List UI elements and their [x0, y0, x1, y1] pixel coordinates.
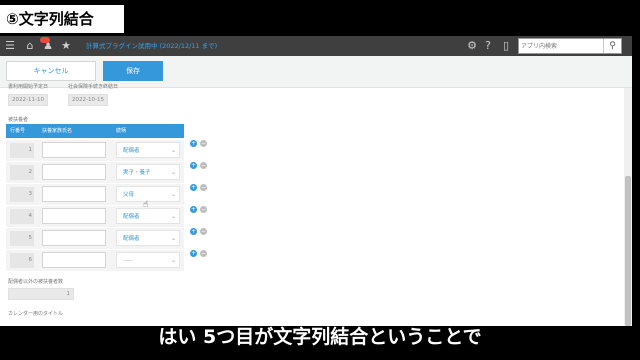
title-badge: ⑤文字列結合	[0, 5, 124, 33]
end-date-label: 社会保険手続き終結日	[68, 84, 119, 90]
plugin-trial-title[interactable]: 計算式プラグイン試用中 (2022/12/11 まで)	[86, 36, 217, 56]
add-row-icon[interactable]: +	[190, 184, 197, 191]
row-number: 4	[10, 209, 34, 224]
mouse-cursor-icon: ☝	[143, 200, 149, 210]
relation-value: 配偶者	[123, 236, 140, 242]
dependent-name-input[interactable]	[42, 186, 106, 202]
search-box: ⚲	[518, 38, 622, 54]
non-spouse-count-field[interactable]: 1	[8, 288, 74, 300]
search-icon[interactable]: ⚲	[603, 39, 621, 53]
row-number: 2	[10, 165, 34, 180]
row-number: 5	[10, 231, 34, 246]
remove-row-icon[interactable]: −	[200, 184, 207, 191]
top-bar: ☰ ⌂ ♟ ★ 計算式プラグイン試用中 (2022/12/11 まで) ⚙ ? …	[0, 36, 632, 56]
scrollbar-thumb[interactable]	[625, 176, 631, 326]
dependents-section-label: 被扶養者	[8, 117, 29, 123]
mobile-icon[interactable]: ▯	[498, 36, 514, 56]
chevron-down-icon: ⌄	[170, 169, 176, 176]
chevron-down-icon: ⌄	[170, 147, 176, 154]
table-row: 2 実子・養子 ⌄	[6, 162, 184, 183]
row-number: 1	[10, 143, 34, 158]
table-header: 行番号 扶養家族氏名 続柄	[6, 124, 184, 138]
add-row-icon[interactable]: +	[190, 162, 197, 169]
relation-value: 父母	[123, 192, 135, 198]
dependent-name-input[interactable]	[42, 252, 106, 268]
end-date-field[interactable]: 2022-10-15	[68, 94, 108, 106]
relation-select[interactable]: 配偶者 ⌄	[116, 208, 180, 224]
table-row: 6 ----- ⌄	[6, 250, 184, 271]
save-button[interactable]: 保存	[103, 61, 163, 81]
favorite-star-icon[interactable]: ★	[58, 36, 74, 56]
home-icon[interactable]: ⌂	[22, 36, 38, 56]
video-frame: ⑤文字列結合 ☰ ⌂ ♟ ★ 計算式プラグイン試用中 (2022/12/11 ま…	[0, 0, 640, 360]
cancel-button[interactable]: キャンセル	[6, 61, 96, 81]
chevron-down-icon: ⌄	[170, 191, 176, 198]
start-date-field[interactable]: 2022-11-10	[8, 94, 48, 106]
kintone-app-window: ☰ ⌂ ♟ ★ 計算式プラグイン試用中 (2022/12/11 まで) ⚙ ? …	[0, 36, 632, 326]
add-row-icon[interactable]: +	[190, 206, 197, 213]
dependent-name-input[interactable]	[42, 164, 106, 180]
dependent-name-input[interactable]	[42, 208, 106, 224]
header-relation: 続柄	[116, 128, 127, 134]
table-row: 4 配偶者 ⌄	[6, 206, 184, 227]
table-row: 1 配偶者 ⌄	[6, 140, 184, 161]
row-number: 6	[10, 253, 34, 268]
relation-select[interactable]: 配偶者 ⌄	[116, 142, 180, 158]
remove-row-icon[interactable]: −	[200, 206, 207, 213]
gear-icon[interactable]: ⚙	[464, 36, 480, 56]
relation-select[interactable]: 実子・養子 ⌄	[116, 164, 180, 180]
add-row-icon[interactable]: +	[190, 228, 197, 235]
relation-select[interactable]: ----- ⌄	[116, 252, 180, 268]
header-row-number: 行番号	[10, 128, 26, 134]
remove-row-icon[interactable]: −	[200, 140, 207, 147]
relation-select[interactable]: 配偶者 ⌄	[116, 230, 180, 246]
relation-value: 配偶者	[123, 214, 140, 220]
non-spouse-count-label: 配偶者以外の被扶養者数	[8, 279, 64, 285]
chevron-down-icon: ⌄	[170, 235, 176, 242]
header-name: 扶養家族氏名	[42, 128, 73, 134]
subtitle-caption: はい 5つ目が文字列結合ということで	[158, 326, 482, 348]
remove-row-icon[interactable]: −	[200, 250, 207, 257]
chevron-down-icon: ⌄	[170, 257, 176, 264]
row-number: 3	[10, 187, 34, 202]
relation-value: -----	[123, 258, 133, 264]
chevron-down-icon: ⌄	[170, 213, 176, 220]
table-row: 3 父母 ⌄	[6, 184, 184, 205]
start-date-label: 書利用開始予定日	[8, 84, 49, 90]
add-row-icon[interactable]: +	[190, 140, 197, 147]
help-icon[interactable]: ?	[480, 36, 496, 56]
search-input[interactable]	[521, 39, 601, 53]
remove-row-icon[interactable]: −	[200, 228, 207, 235]
calendar-title-label: カレンダー用のタイトル	[8, 311, 64, 317]
relation-value: 配偶者	[123, 148, 140, 154]
add-row-icon[interactable]: +	[190, 250, 197, 257]
menu-icon[interactable]: ☰	[2, 36, 18, 56]
remove-row-icon[interactable]: −	[200, 162, 207, 169]
dependent-name-input[interactable]	[42, 230, 106, 246]
table-row: 5 配偶者 ⌄	[6, 228, 184, 249]
notification-badge	[40, 37, 50, 43]
dependent-name-input[interactable]	[42, 142, 106, 158]
relation-value: 実子・養子	[123, 170, 151, 176]
